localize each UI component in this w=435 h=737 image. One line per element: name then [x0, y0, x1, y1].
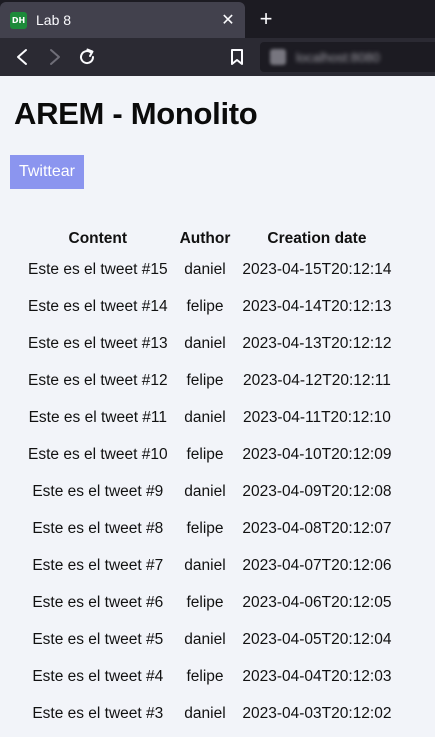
page-content: AREM - Monolito Twittear Content Author … — [0, 76, 435, 737]
tweet-content: Este es el tweet #11 — [28, 408, 168, 426]
header-content: Content — [68, 229, 128, 247]
tweet-creation-date: 2023-04-15T20:12:14 — [242, 260, 392, 278]
tweet-author: felipe — [186, 445, 224, 463]
tweet-author: daniel — [184, 482, 226, 500]
table-row: Este es el tweet #10 felipe 2023-04-10T20:… — [22, 436, 397, 473]
tweet-creation-date: 2023-04-04T20:12:03 — [242, 667, 392, 685]
tweets-table: Content Author Creation date Este es el … — [22, 226, 397, 732]
tweet-creation-date: 2023-04-12T20:12:11 — [242, 371, 391, 389]
tweet-creation-date: 2023-04-11T20:12:10 — [242, 408, 391, 426]
tweet-creation-date: 2023-04-07T20:12:06 — [242, 556, 392, 574]
tweet-button[interactable]: Twittear — [10, 155, 84, 189]
site-favicon-icon: DH — [10, 11, 27, 29]
close-tab-icon[interactable]: ✕ — [219, 11, 237, 29]
table-row: Este es el tweet #13 daniel 2023-04-13T20:… — [22, 325, 397, 362]
table-row: Este es el tweet #8 felipe 2023-04-08T20:1… — [22, 510, 397, 547]
tweet-content: Este es el tweet #3 — [32, 704, 164, 722]
tab-title: Lab 8 — [36, 12, 72, 28]
tweet-author: felipe — [186, 593, 224, 611]
tweet-creation-date: 2023-04-03T20:12:02 — [242, 704, 392, 722]
tweet-author: felipe — [186, 519, 224, 537]
table-row: Este es el tweet #15 daniel 2023-04-15T20:… — [22, 251, 397, 288]
tweet-creation-date: 2023-04-08T20:12:07 — [242, 519, 392, 537]
tweet-content: Este es el tweet #8 — [32, 519, 164, 537]
tweet-author: daniel — [184, 556, 226, 574]
tweet-content: Este es el tweet #7 — [32, 556, 164, 574]
table-row: Este es el tweet #9 daniel 2023-04-09T20:1… — [22, 473, 397, 510]
tweet-author: felipe — [186, 371, 224, 389]
tweet-creation-date: 2023-04-05T20:12:04 — [242, 630, 392, 648]
bookmark-icon[interactable] — [226, 46, 248, 68]
tweet-creation-date: 2023-04-06T20:12:05 — [242, 593, 392, 611]
header-creation-date: Creation date — [267, 229, 367, 247]
tweet-creation-date: 2023-04-14T20:12:13 — [242, 297, 392, 315]
tweet-content: Este es el tweet #13 — [28, 334, 168, 352]
table-row: Este es el tweet #12 felipe 2023-04-12T20:… — [22, 362, 397, 399]
back-arrow-icon[interactable] — [11, 46, 33, 68]
address-url: localhost:8080 — [296, 49, 380, 65]
tweet-author: felipe — [186, 297, 224, 315]
site-info-icon[interactable] — [270, 49, 286, 65]
table-row: Este es el tweet #6 felipe 2023-04-06T20:1… — [22, 584, 397, 621]
tweet-author: felipe — [186, 667, 224, 685]
page-title: AREM - Monolito — [14, 96, 258, 131]
table-header-row: Content Author Creation date — [22, 226, 397, 251]
tweet-content: Este es el tweet #12 — [28, 371, 168, 389]
tweet-author: daniel — [184, 704, 226, 722]
table-row: Este es el tweet #3 daniel 2023-04-03T20:1… — [22, 695, 397, 732]
forward-arrow-icon[interactable] — [44, 46, 66, 68]
tweets-table-body: Este es el tweet #15 daniel 2023-04-15T20:… — [22, 251, 397, 732]
tweet-content: Este es el tweet #15 — [28, 260, 168, 278]
table-row: Este es el tweet #11 daniel 2023-04-11T20:… — [22, 399, 397, 436]
table-row: Este es el tweet #5 daniel 2023-04-05T20:1… — [22, 621, 397, 658]
tweet-creation-date: 2023-04-09T20:12:08 — [242, 482, 392, 500]
browser-tab[interactable]: DH Lab 8 ✕ — [0, 2, 245, 38]
tweet-content: Este es el tweet #6 — [32, 593, 164, 611]
browser-tab-strip: DH Lab 8 ✕ + — [0, 0, 435, 38]
tweet-author: daniel — [184, 334, 226, 352]
tweet-content: Este es el tweet #5 — [32, 630, 164, 648]
tweet-content: Este es el tweet #10 — [28, 445, 168, 463]
tweet-author: daniel — [184, 408, 226, 426]
table-row: Este es el tweet #4 felipe 2023-04-04T20:1… — [22, 658, 397, 695]
tweet-author: daniel — [184, 630, 226, 648]
reload-icon[interactable] — [76, 46, 98, 68]
browser-nav-bar: localhost:8080 — [0, 38, 435, 76]
tweet-content: Este es el tweet #14 — [28, 297, 168, 315]
header-author: Author — [179, 229, 231, 247]
tweet-creation-date: 2023-04-10T20:12:09 — [242, 445, 392, 463]
tweet-author: daniel — [184, 260, 226, 278]
tweet-creation-date: 2023-04-13T20:12:12 — [242, 334, 392, 352]
tweet-content: Este es el tweet #9 — [32, 482, 164, 500]
address-bar[interactable]: localhost:8080 — [260, 42, 435, 72]
tweet-content: Este es el tweet #4 — [32, 667, 164, 685]
table-row: Este es el tweet #7 daniel 2023-04-07T20:1… — [22, 547, 397, 584]
table-row: Este es el tweet #14 felipe 2023-04-14T20:… — [22, 288, 397, 325]
new-tab-button[interactable]: + — [256, 8, 276, 30]
